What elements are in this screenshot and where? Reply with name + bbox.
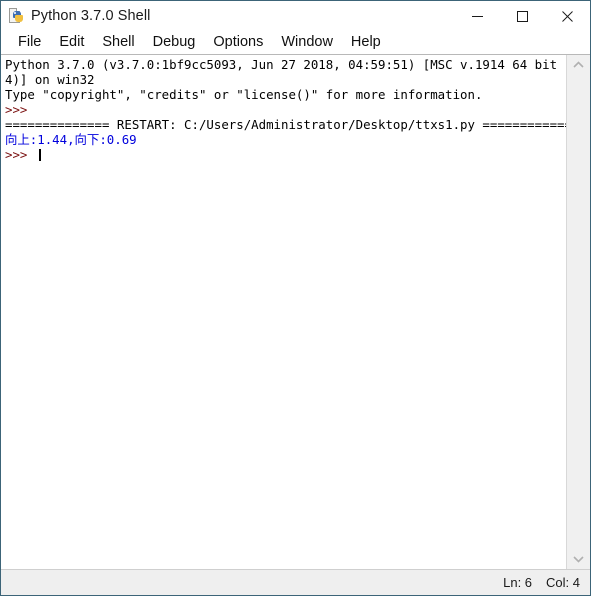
shell-line: Type "copyright", "credits" or "license(… — [5, 87, 566, 102]
menu-item-shell[interactable]: Shell — [93, 31, 143, 54]
scroll-down-arrow-icon — [573, 556, 584, 563]
menu-item-debug[interactable]: Debug — [144, 31, 205, 54]
menu-item-file[interactable]: File — [9, 31, 50, 54]
status-line-number: Ln: 6 — [503, 575, 533, 590]
scroll-down-button[interactable] — [567, 549, 590, 569]
status-bar: Ln: 6 Col: 4 — [1, 569, 590, 595]
minimize-icon — [472, 15, 483, 17]
window-controls — [455, 1, 590, 31]
shell-line: >>> — [5, 147, 566, 162]
scroll-up-button[interactable] — [567, 55, 590, 75]
maximize-button[interactable] — [500, 1, 545, 31]
text-cursor — [38, 149, 41, 161]
shell-text-segment: 向上:1.44,向下:0.69 — [5, 132, 137, 147]
close-icon — [562, 10, 573, 22]
shell-text-segment: ============== RESTART: C:/Users/Adminis… — [5, 117, 566, 132]
shell-text-segment: Type "copyright", "credits" or "license(… — [5, 87, 483, 102]
shell-line: Python 3.7.0 (v3.7.0:1bf9cc5093, Jun 27 … — [5, 57, 566, 72]
python-shell-window: Python 3.7.0 Shell File Edit Shell Debug… — [0, 0, 591, 596]
minimize-button[interactable] — [455, 1, 500, 31]
status-column-number: Col: 4 — [546, 575, 580, 590]
close-button[interactable] — [545, 1, 590, 31]
python-document-icon — [8, 8, 24, 24]
shell-text-segment: Python 3.7.0 (v3.7.0:1bf9cc5093, Jun 27 … — [5, 57, 566, 72]
shell-text-segment: >>> — [5, 147, 35, 162]
shell-line: ============== RESTART: C:/Users/Adminis… — [5, 117, 566, 132]
menu-item-window[interactable]: Window — [272, 31, 342, 54]
scroll-track[interactable] — [567, 75, 590, 549]
scroll-up-arrow-icon — [573, 61, 584, 68]
shell-text-area[interactable]: Python 3.7.0 (v3.7.0:1bf9cc5093, Jun 27 … — [1, 55, 566, 569]
title-bar[interactable]: Python 3.7.0 Shell — [1, 1, 590, 31]
shell-text-segment: 4)] on win32 — [5, 72, 95, 87]
menu-item-options[interactable]: Options — [204, 31, 272, 54]
shell-line: >>> — [5, 102, 566, 117]
menu-bar: File Edit Shell Debug Options Window Hel… — [1, 31, 590, 54]
window-title: Python 3.7.0 Shell — [31, 8, 151, 24]
shell-body: Python 3.7.0 (v3.7.0:1bf9cc5093, Jun 27 … — [1, 54, 590, 569]
shell-text-segment: >>> — [5, 102, 28, 117]
scroll-thumb[interactable] — [569, 75, 588, 549]
shell-line: 向上:1.44,向下:0.69 — [5, 132, 566, 147]
menu-item-edit[interactable]: Edit — [50, 31, 93, 54]
maximize-icon — [517, 10, 528, 22]
shell-line: 4)] on win32 — [5, 72, 566, 87]
menu-item-help[interactable]: Help — [342, 31, 390, 54]
vertical-scrollbar[interactable] — [566, 55, 590, 569]
